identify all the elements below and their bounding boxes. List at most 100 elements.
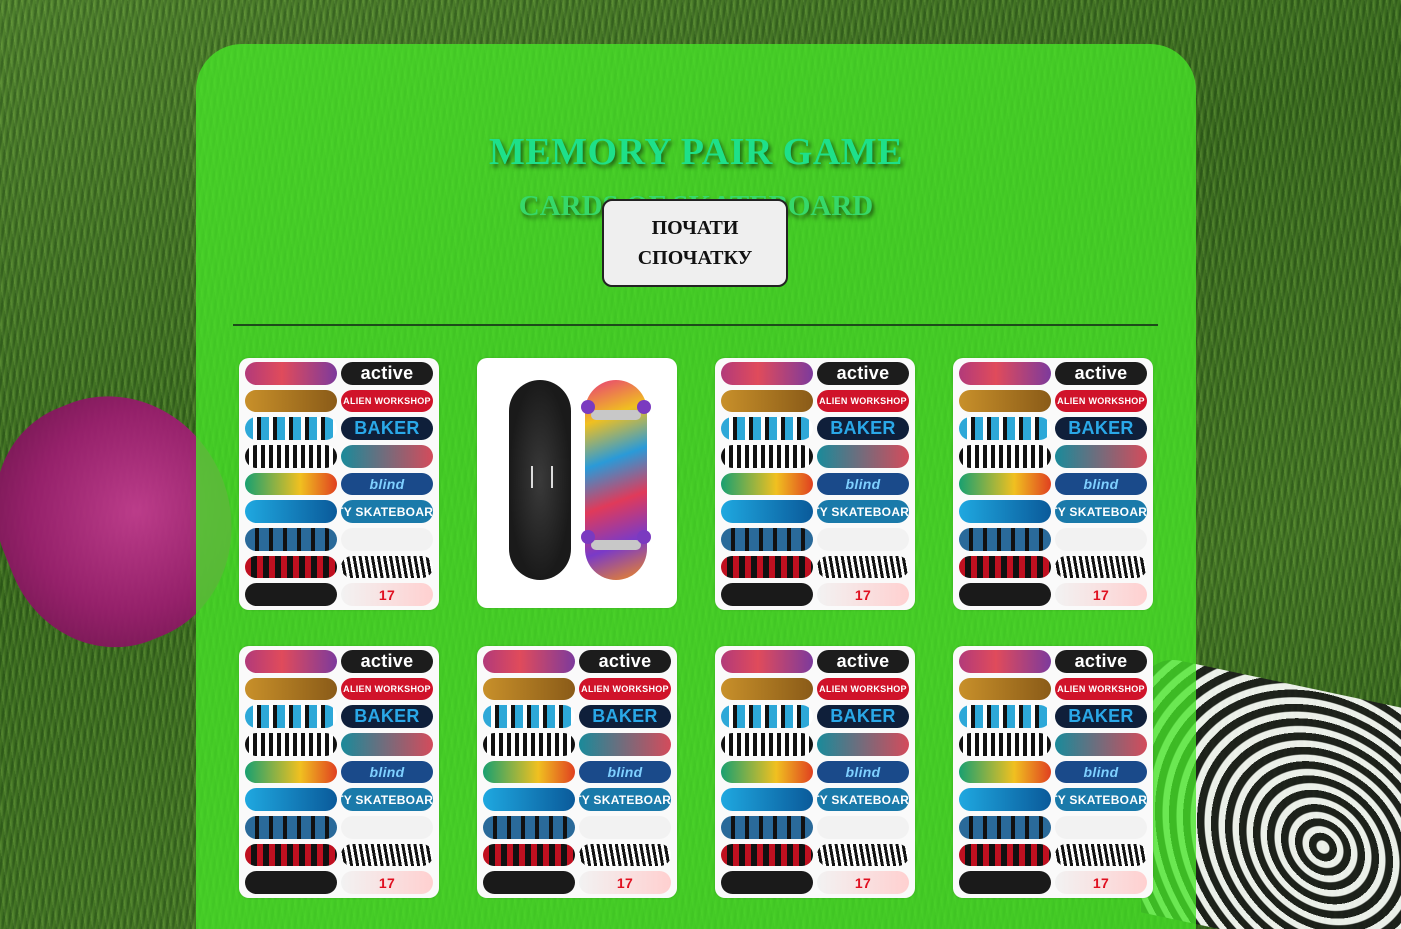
card-back-pattern: active ALIEN WORKSHOP BAKER blind CITY SKATE… [959,650,1147,894]
skateboard-deck-image: blind [579,760,671,784]
wheel-icon [637,530,651,544]
skateboard-deck-image: ALIEN WORKSHOP [1055,677,1147,701]
skateboard-deck-image [245,788,337,811]
card-face-down[interactable]: active ALIEN WORKSHOP BAKER blind CITY SKATE… [715,646,915,898]
skateboard-deck-image: 17 [817,871,909,894]
skateboard-deck-image: CITY SKATEBOARDS [341,788,433,811]
card-face-down[interactable]: active ALIEN WORKSHOP BAKER blind CITY SKATE… [953,358,1153,610]
skateboard-deck-image: ALIEN WORKSHOP [341,677,433,701]
restart-button[interactable]: ПОЧАТИ СПОЧАТКУ [602,199,788,287]
skateboard-deck-image [483,650,575,673]
skateboard-deck-image [1055,843,1147,867]
skateboard-deck-image [245,815,337,839]
skateboard-deck-image [959,389,1051,413]
truck-icon [591,540,641,550]
skateboard-deck-image [245,417,337,440]
skateboard-deck-image [721,843,813,867]
skateboard-deck-image: active [1055,650,1147,673]
skateboard-deck-image [483,843,575,867]
skateboard-deck-image: blind [1055,472,1147,496]
skateboard-deck-image: active [341,362,433,385]
card-face-down[interactable]: active ALIEN WORKSHOP BAKER blind CITY SKATE… [715,358,915,610]
card-back-pattern: active ALIEN WORKSHOP BAKER blind CITY SKATE… [245,362,433,606]
skateboard-deck-image [341,527,433,551]
skateboard-deck-image [817,444,909,468]
skateboard-deck-image [245,389,337,413]
game-panel: MEMORY PAIR GAME CARDS OF SKATEBOARD ПОЧ… [196,44,1196,929]
skateboard-deck-image: active [1055,362,1147,385]
skateboard-deck-image: CITY SKATEBOARDS [817,500,909,523]
skateboard-deck-image [721,555,813,579]
skateboard-deck-image [579,843,671,867]
skateboard-deck-image: active [817,362,909,385]
skateboard-deck-image [483,815,575,839]
card-face-down[interactable]: active ALIEN WORKSHOP BAKER blind CITY SKATE… [477,646,677,898]
skateboard-deck-image [959,760,1051,784]
skateboard-deck-image [959,472,1051,496]
skateboard-deck-image: 17 [1055,871,1147,894]
skateboard-deck-image [959,444,1051,468]
skateboard-deck-image [1055,444,1147,468]
card-face-down[interactable]: active ALIEN WORKSHOP BAKER blind CITY SKATE… [239,358,439,610]
truck-icon [591,410,641,420]
card-face-down[interactable]: active ALIEN WORKSHOP BAKER blind CITY SKATE… [239,646,439,898]
skateboard-deck-image [959,843,1051,867]
skateboard-deck-image [483,871,575,894]
skateboard-deck-image [721,500,813,523]
skateboard-deck-image [1055,555,1147,579]
skateboard-deck-image [245,760,337,784]
skateboard-deck-image: ALIEN WORKSHOP [817,677,909,701]
skateboard-deck-image: active [579,650,671,673]
skateboard-deck-image [817,555,909,579]
skateboard-deck-image [817,843,909,867]
skateboard-deck-image [245,705,337,728]
skateboard-deck-image [245,871,337,894]
skateboard-deck-image [959,583,1051,606]
skateboard-deck-image: ALIEN WORKSHOP [341,389,433,413]
skateboard-deck-image: CITY SKATEBOARDS [1055,500,1147,523]
skateboard-deck-image: 17 [341,871,433,894]
skateboard-deck-image [959,732,1051,756]
skateboard-deck-image: ALIEN WORKSHOP [1055,389,1147,413]
skateboard-deck-image [959,500,1051,523]
skateboard-deck-image [245,444,337,468]
skateboard-deck-image [721,732,813,756]
skateboard-deck-image: CITY SKATEBOARDS [1055,788,1147,811]
skateboard-deck-image [721,389,813,413]
skateboard-deck-image [959,417,1051,440]
skateboard-deck-image [245,650,337,673]
skateboard-deck-image: blind [817,472,909,496]
skateboard-deck-image [959,677,1051,701]
skateboard-deck-image: CITY SKATEBOARDS [817,788,909,811]
skateboard-deck-image: BAKER [817,705,909,728]
skateboard-deck-image: blind [341,760,433,784]
skateboard-deck-image: ALIEN WORKSHOP [579,677,671,701]
card-back-pattern: active ALIEN WORKSHOP BAKER blind CITY SKATE… [483,650,671,894]
skateboard-deck-image [959,555,1051,579]
skateboard-deck-image [817,527,909,551]
skateboard-deck-image [341,815,433,839]
skateboard-deck-image: BAKER [1055,417,1147,440]
skateboard-deck-image: 17 [579,871,671,894]
skateboard-deck-image [721,760,813,784]
skateboard-deck-image [959,362,1051,385]
skateboard-deck-image: BAKER [579,705,671,728]
skateboard-deck-image [959,705,1051,728]
skateboard-deck-image [341,732,433,756]
skateboard-deck-image [579,732,671,756]
skateboard-deck-image: blind [1055,760,1147,784]
card-back-pattern: active ALIEN WORKSHOP BAKER blind CITY SKATE… [245,650,433,894]
card-face-down[interactable]: active ALIEN WORKSHOP BAKER blind CITY SKATE… [953,646,1153,898]
page-title: MEMORY PAIR GAME [488,131,904,173]
skateboard-deck-image [245,555,337,579]
skateboard-deck-image [959,527,1051,551]
card-face-up[interactable] [477,358,677,608]
skateboard-deck-image [721,583,813,606]
card-back-pattern: active ALIEN WORKSHOP BAKER blind CITY SKATE… [721,362,909,606]
wheel-icon [581,530,595,544]
skateboard-deck-image [245,500,337,523]
skateboard-deck-image [959,815,1051,839]
skateboard-deck-image: 17 [341,583,433,606]
skateboard-deck-image [817,732,909,756]
skateboard-deck-image: BAKER [1055,705,1147,728]
